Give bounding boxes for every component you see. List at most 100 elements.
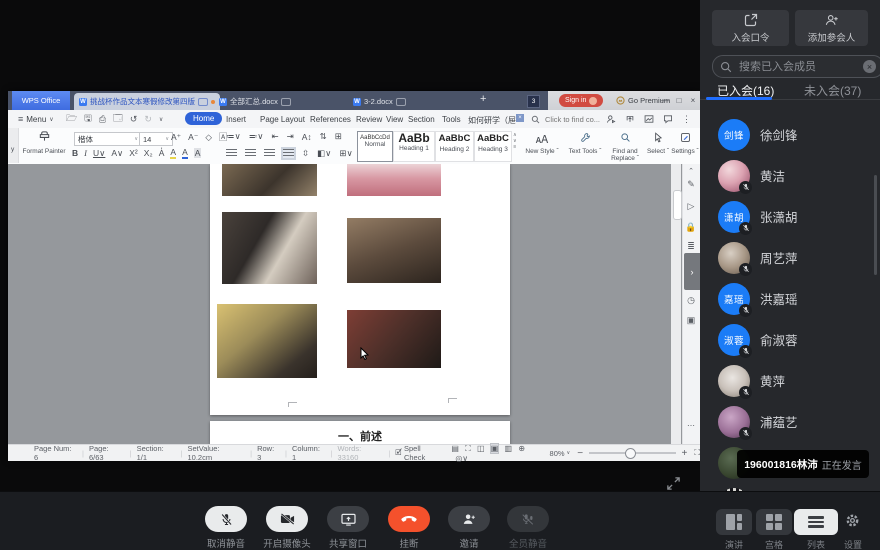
zoom-slider-knob[interactable] — [625, 448, 636, 459]
text-tools-button[interactable]: Text Tools ˇ — [564, 130, 606, 155]
view-globe-icon[interactable]: ⊕ — [518, 444, 525, 453]
font-size-select[interactable]: 14∨ — [139, 132, 173, 146]
mute-all-button[interactable] — [507, 506, 549, 532]
sign-in-button[interactable]: Sign in — [559, 94, 603, 107]
style-heading-3[interactable]: AaBbC Heading 3 — [474, 131, 512, 162]
status-spell-check[interactable]: Spell Check — [404, 444, 443, 462]
view-fullscreen-icon[interactable]: ⛶ — [465, 444, 471, 453]
view-web-icon[interactable]: ▥ — [505, 444, 513, 453]
character-shading-button[interactable]: A — [194, 148, 202, 158]
italic-button[interactable]: I — [84, 148, 87, 158]
participant-row[interactable]: 剑锋 徐剑锋 — [700, 114, 880, 155]
participant-row[interactable]: 嘉瑶 洪嘉瑶 — [700, 278, 880, 319]
zoom-value[interactable]: 80% — [550, 449, 565, 458]
print-icon[interactable]: ⎙ — [99, 114, 106, 125]
decrease-indent-button[interactable]: ⇤ — [271, 131, 278, 142]
wps-office-menu-button[interactable]: WPS Office — [12, 91, 70, 110]
select-cursor-icon[interactable]: ▷ — [682, 201, 700, 212]
save-icon[interactable]: 🖫 — [84, 111, 92, 127]
translate-panel-icon[interactable]: ▣ — [682, 315, 700, 326]
doc-tab-3[interactable]: W 3-2.docx — [348, 93, 470, 110]
close-button[interactable]: × — [686, 91, 700, 110]
ribbon-tab-tools[interactable]: Tools — [442, 115, 461, 124]
hang-up-button[interactable] — [388, 506, 430, 532]
align-left-button[interactable] — [226, 149, 237, 158]
font-name-select[interactable]: 楷体∨ — [74, 132, 142, 146]
ribbon-tab-page-layout[interactable]: Page Layout — [260, 115, 305, 124]
participant-row[interactable]: 淑蓉 俞淑蓉 — [700, 319, 880, 360]
add-participant-button[interactable]: 添加参会人 — [795, 10, 868, 46]
share-window-button[interactable] — [327, 506, 369, 532]
borders-button[interactable]: ⊞ — [335, 131, 342, 142]
redo-icon[interactable]: ↻ — [144, 114, 152, 125]
strip-collapse-icon[interactable]: ⌃ — [682, 167, 700, 175]
menu-button[interactable]: ≡ Menu ∨ — [18, 110, 54, 128]
strip-more-icon[interactable]: ⋯ — [682, 421, 700, 430]
doc-scrollbar-thumb[interactable] — [673, 190, 682, 220]
participant-row[interactable]: 潇胡 张潇胡 — [700, 196, 880, 237]
numbering-button[interactable]: ≕∨ — [249, 131, 264, 142]
meeting-passcode-button[interactable]: 入会口令 — [712, 10, 789, 46]
settings-button-meeting[interactable] — [845, 513, 860, 533]
zoom-out-button[interactable]: − — [577, 448, 583, 459]
participant-row[interactable]: 周艺萍 — [700, 237, 880, 278]
justify-button[interactable] — [283, 149, 294, 158]
tab-count-badge[interactable]: 3 — [527, 95, 540, 108]
increase-indent-button[interactable]: ⇥ — [287, 131, 294, 142]
open-icon[interactable]: 🗁 — [66, 111, 77, 127]
unmute-button[interactable] — [205, 506, 247, 532]
edit-pen-icon[interactable]: ✎ — [682, 179, 700, 190]
picture-tools-icon[interactable] — [644, 114, 654, 124]
strikethrough-button[interactable]: A∨ — [111, 148, 123, 159]
text-effects-icon[interactable]: ◇ — [205, 132, 212, 143]
history-clock-icon[interactable]: ◷ — [682, 295, 700, 306]
undo-icon[interactable]: ↺ — [130, 114, 138, 125]
new-tab-button[interactable]: + — [480, 93, 486, 105]
select-button[interactable]: Select ˇ — [644, 130, 672, 155]
subscript-button[interactable]: X₂ — [144, 148, 153, 158]
search-participants-input[interactable] — [737, 60, 858, 74]
ribbon-tab-insert[interactable]: Insert — [226, 115, 246, 124]
preview-icon[interactable]: 🗔 — [113, 111, 123, 127]
eye-protect-icon[interactable]: ◎∨ — [455, 454, 468, 463]
spell-check-icon[interactable]: 🗹 — [395, 447, 402, 460]
participant-row[interactable]: 黄萍 — [700, 360, 880, 401]
doc-tab-1[interactable]: W 挑战杯作品文本寒假修改第四版 — [74, 93, 220, 110]
participant-row[interactable]: 黄洁 — [700, 155, 880, 196]
comments-icon[interactable] — [663, 114, 673, 124]
share-doc-icon[interactable] — [606, 114, 616, 124]
ribbon-tab-doc-extra[interactable]: 如何研学（屉E-S — [468, 115, 516, 126]
more-kebab-icon[interactable]: ⋮ — [682, 114, 691, 125]
style-heading-1[interactable]: AaBb Heading 1 — [393, 131, 435, 162]
view-normal-icon[interactable]: ▤ — [451, 444, 459, 453]
document-canvas[interactable]: 一、前述 — [8, 164, 700, 444]
exit-fullscreen-icon[interactable] — [666, 476, 681, 491]
view-list-button[interactable] — [794, 509, 838, 535]
style-heading-2[interactable]: AaBbC Heading 2 — [435, 131, 474, 162]
phonetic-guide-button[interactable]: A̓ — [159, 148, 165, 158]
ribbon-tab-home[interactable]: Home — [185, 112, 222, 125]
tab-not-joined[interactable]: 未入会(37) — [804, 82, 861, 99]
sidebar-scrollbar[interactable] — [874, 175, 877, 275]
camera-on-button[interactable] — [266, 506, 308, 532]
bullets-button[interactable]: ≔∨ — [226, 131, 241, 142]
format-painter-button[interactable]: Format Painter — [22, 130, 66, 155]
chevron-down-icon[interactable]: ∨ — [159, 116, 163, 123]
line-spacing-button[interactable]: ⇳ — [302, 148, 309, 159]
close-doc-tab-icon[interactable]: × — [516, 114, 524, 122]
view-two-page-icon[interactable]: ◫ — [477, 444, 485, 453]
participant-row[interactable]: 浦蕴艺 — [700, 401, 880, 442]
sort-button[interactable]: ⇅ — [320, 131, 327, 142]
text-direction-button[interactable]: A↕ — [302, 132, 312, 142]
shrink-font-icon[interactable]: A⁻ — [188, 132, 198, 143]
upload-cloud-icon[interactable] — [625, 114, 635, 124]
view-speaker-button[interactable] — [716, 509, 752, 535]
superscript-button[interactable]: X² — [129, 148, 138, 158]
view-page-icon[interactable]: ▣ — [491, 444, 499, 453]
sidebar-toggle-handle[interactable]: › — [684, 253, 700, 290]
align-right-button[interactable] — [264, 149, 275, 158]
invite-button[interactable] — [448, 506, 490, 532]
search-participants-box[interactable]: × — [712, 55, 880, 78]
zoom-in-button[interactable]: + — [682, 448, 688, 459]
ribbon-tab-view[interactable]: View — [386, 115, 403, 124]
